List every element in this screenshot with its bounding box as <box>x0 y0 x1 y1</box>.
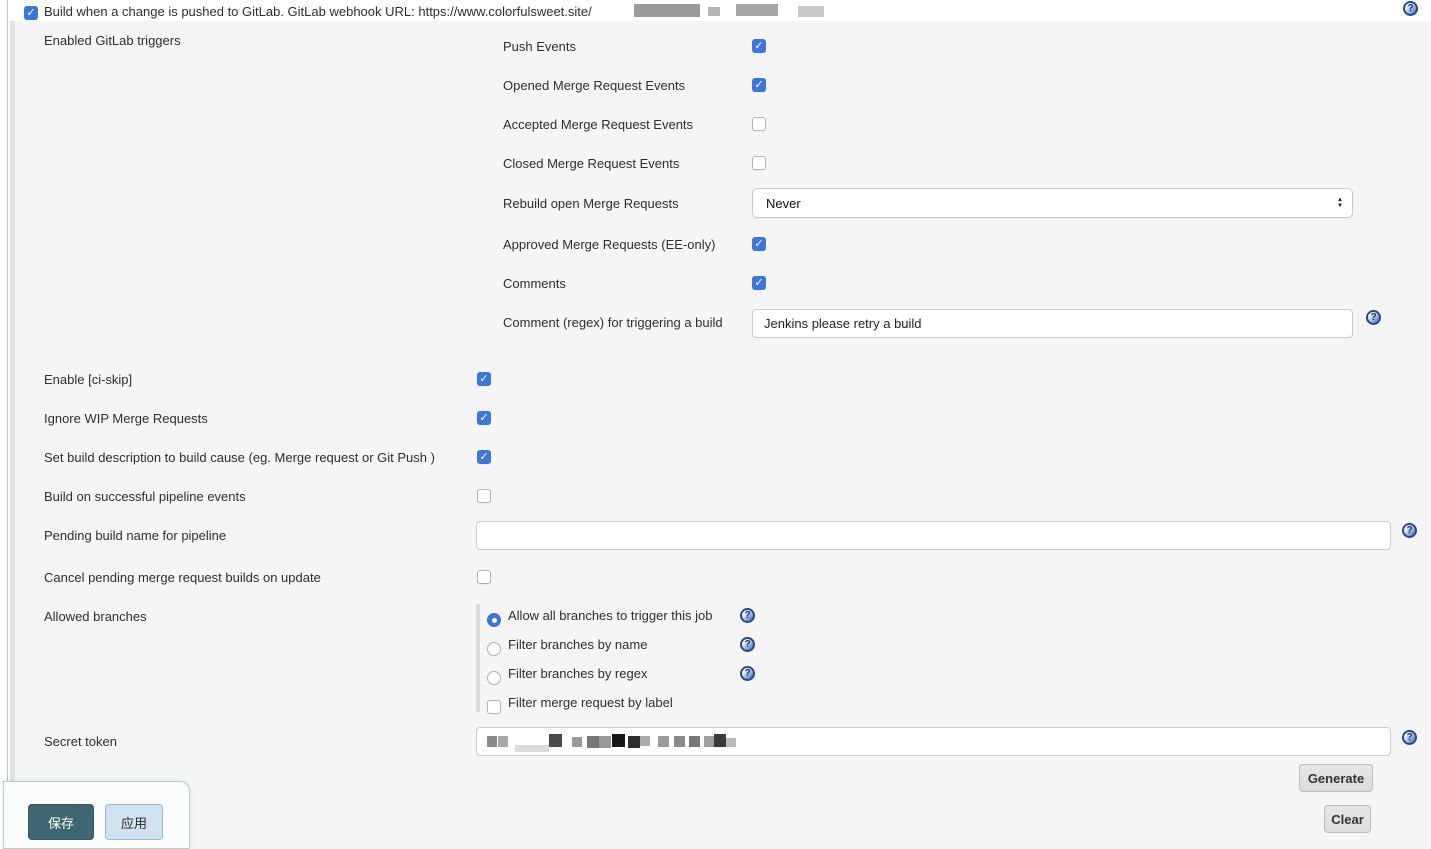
checkmark-icon: ✓ <box>25 7 37 20</box>
enable-ci-skip-label: Enable [ci-skip] <box>44 372 132 387</box>
help-icon[interactable]: ? <box>740 666 755 681</box>
filter-mr-by-label-label: Filter merge request by label <box>508 695 673 710</box>
redacted-token-part <box>628 736 640 748</box>
allow-all-branches-label: Allow all branches to trigger this job <box>508 608 713 623</box>
redacted-token-part <box>487 736 497 747</box>
push-events-checkbox[interactable]: ✓ <box>752 39 766 53</box>
closed-mr-events-checkbox[interactable]: ✓ <box>752 156 766 170</box>
ignore-wip-label: Ignore WIP Merge Requests <box>44 411 208 426</box>
left-gutter <box>0 21 10 849</box>
ignore-wip-checkbox[interactable]: ✓ <box>477 411 491 425</box>
opened-mr-events-checkbox[interactable]: ✓ <box>752 78 766 92</box>
build-on-pipeline-checkbox[interactable]: ✓ <box>477 489 491 503</box>
rebuild-open-mr-selected-value: Never <box>753 196 801 211</box>
accepted-mr-events-label: Accepted Merge Request Events <box>503 117 693 132</box>
redacted-token-part <box>612 734 625 747</box>
section-indent-bar <box>10 21 15 849</box>
section-left-line <box>7 0 8 849</box>
build-when-pushed-checkbox[interactable]: ✓ <box>24 6 38 20</box>
redacted-url-part <box>708 7 720 16</box>
comments-checkbox[interactable]: ✓ <box>752 276 766 290</box>
pending-build-name-input[interactable] <box>476 521 1391 550</box>
secret-token-label: Secret token <box>44 734 117 749</box>
enable-ci-skip-checkbox[interactable]: ✓ <box>477 372 491 386</box>
redacted-token-part <box>726 738 736 747</box>
clear-button[interactable]: Clear <box>1324 805 1371 833</box>
checkmark-icon: ✓ <box>753 238 765 251</box>
help-icon[interactable]: ? <box>1366 310 1381 325</box>
opened-mr-events-label: Opened Merge Request Events <box>503 78 685 93</box>
redacted-token-part <box>599 736 611 748</box>
comment-regex-input[interactable] <box>752 309 1353 338</box>
redacted-token-part <box>549 734 562 747</box>
cancel-pending-builds-checkbox[interactable]: ✓ <box>477 570 491 584</box>
redacted-url-part <box>634 4 700 17</box>
redacted-token-part <box>515 745 549 752</box>
save-apply-panel: 保存 应用 <box>3 781 190 849</box>
redacted-token-part <box>498 736 508 747</box>
generate-button[interactable]: Generate <box>1299 764 1373 792</box>
help-icon[interactable]: ? <box>740 608 755 623</box>
help-icon[interactable]: ? <box>1402 523 1417 538</box>
redacted-token-part <box>640 736 650 746</box>
checkmark-icon: ✓ <box>753 277 765 290</box>
checkmark-icon: ✓ <box>753 40 765 53</box>
redacted-token-part <box>658 736 669 747</box>
cancel-pending-builds-label: Cancel pending merge request builds on u… <box>44 570 321 585</box>
save-button[interactable]: 保存 <box>28 804 94 840</box>
redacted-token-part <box>689 736 700 747</box>
approved-mr-label: Approved Merge Requests (EE-only) <box>503 237 715 252</box>
help-icon[interactable]: ? <box>740 637 755 652</box>
config-section-background <box>15 21 1431 849</box>
filter-branches-by-regex-label: Filter branches by regex <box>508 666 647 681</box>
pending-build-name-label: Pending build name for pipeline <box>44 528 226 543</box>
allowed-branches-indent-bar <box>476 604 480 712</box>
allowed-branches-label: Allowed branches <box>44 609 147 624</box>
checkmark-icon: ✓ <box>478 373 490 386</box>
checkmark-icon: ✓ <box>753 79 765 92</box>
push-events-label: Push Events <box>503 39 576 54</box>
rebuild-open-mr-select[interactable]: Never ▲▼ <box>752 188 1353 218</box>
apply-button[interactable]: 应用 <box>105 804 163 840</box>
secret-token-input[interactable] <box>476 727 1391 756</box>
approved-mr-checkbox[interactable]: ✓ <box>752 237 766 251</box>
filter-branches-by-regex-radio[interactable] <box>487 671 501 685</box>
redacted-url-part <box>736 4 778 16</box>
build-on-pipeline-label: Build on successful pipeline events <box>44 489 246 504</box>
redacted-token-part <box>587 736 599 748</box>
allow-all-branches-radio[interactable] <box>487 613 501 627</box>
build-when-pushed-label: Build when a change is pushed to GitLab.… <box>44 4 592 19</box>
comments-label: Comments <box>503 276 566 291</box>
help-icon[interactable]: ? <box>1402 730 1417 745</box>
redacted-url-part <box>798 6 824 17</box>
select-arrows-icon: ▲▼ <box>1337 197 1343 209</box>
redacted-token-part <box>674 736 685 747</box>
set-build-description-checkbox[interactable]: ✓ <box>477 450 491 464</box>
filter-mr-by-label-checkbox[interactable]: ✓ <box>487 700 501 714</box>
redacted-token-part <box>704 736 714 747</box>
redacted-token-part <box>572 737 582 747</box>
help-icon[interactable]: ? <box>1403 1 1418 16</box>
enabled-triggers-label: Enabled GitLab triggers <box>44 33 181 48</box>
accepted-mr-events-checkbox[interactable]: ✓ <box>752 117 766 131</box>
comment-regex-label: Comment (regex) for triggering a build <box>503 315 723 330</box>
redacted-token-part <box>714 734 726 747</box>
set-build-description-label: Set build description to build cause (eg… <box>44 450 435 465</box>
filter-branches-by-name-radio[interactable] <box>487 642 501 656</box>
filter-branches-by-name-label: Filter branches by name <box>508 637 647 652</box>
checkmark-icon: ✓ <box>478 412 490 425</box>
rebuild-open-mr-label: Rebuild open Merge Requests <box>503 196 679 211</box>
checkmark-icon: ✓ <box>478 451 490 464</box>
closed-mr-events-label: Closed Merge Request Events <box>503 156 679 171</box>
